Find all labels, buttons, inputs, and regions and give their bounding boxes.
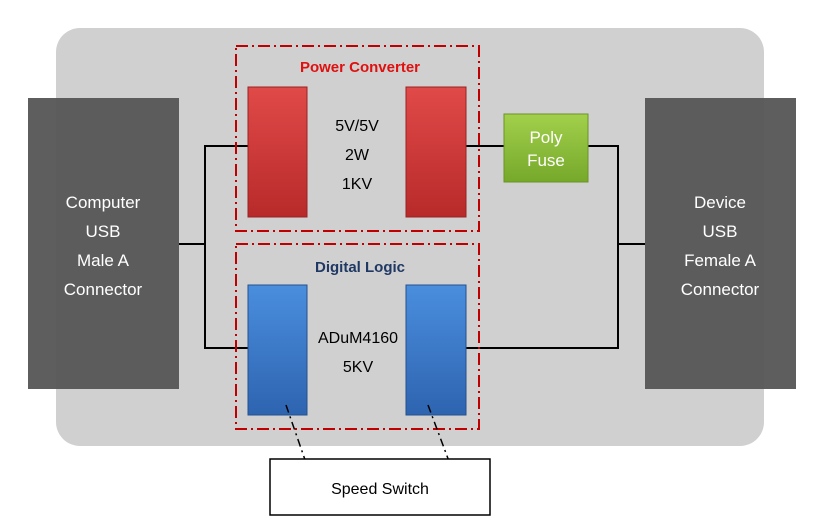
connector-label: Connector: [64, 280, 143, 299]
connector-label: Device: [694, 193, 746, 212]
logic-spec: 5KV: [343, 359, 374, 376]
computer-usb-connector: Computer USB Male A Connector: [28, 98, 179, 389]
power-converter-title: Power Converter: [300, 59, 420, 76]
power-spec: 1KV: [342, 176, 373, 193]
connector-label: Male A: [77, 251, 130, 270]
connector-label: Computer: [66, 193, 141, 212]
logic-block-right: [405, 284, 467, 416]
fuse-label: Poly: [529, 128, 563, 147]
digital-logic-title: Digital Logic: [315, 259, 405, 276]
power-spec: 2W: [345, 147, 370, 164]
connector-label: USB: [86, 222, 121, 241]
logic-block-left: [247, 284, 308, 416]
speed-switch-label: Speed Switch: [331, 481, 429, 498]
speed-switch: Speed Switch: [269, 458, 491, 516]
logic-spec: ADuM4160: [318, 330, 398, 347]
power-block-right: [405, 86, 467, 218]
connector-label: Connector: [681, 280, 760, 299]
power-spec: 5V/5V: [335, 118, 379, 135]
connector-label: Female A: [684, 251, 756, 270]
device-usb-connector: Device USB Female A Connector: [645, 98, 796, 389]
poly-fuse: Poly Fuse: [503, 113, 589, 183]
usb-isolator-diagram: Computer USB Male A Connector Device USB…: [28, 28, 796, 516]
fuse-label: Fuse: [527, 151, 565, 170]
connector-label: USB: [703, 222, 738, 241]
power-block-left: [247, 86, 308, 218]
